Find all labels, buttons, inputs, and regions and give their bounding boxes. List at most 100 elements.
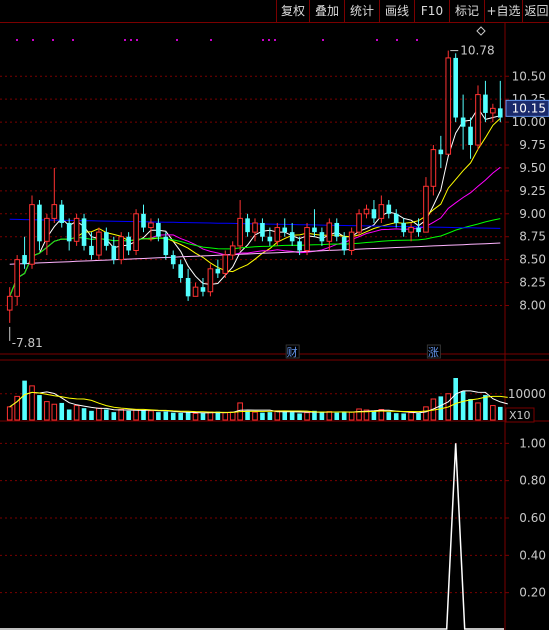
volume-bar-down [393, 413, 399, 420]
volume-bar-down [401, 413, 406, 420]
candle-body-down [245, 218, 250, 233]
volume-bar-down [163, 411, 169, 420]
candle-body-up [207, 268, 214, 293]
candle-body-down [319, 232, 325, 242]
volume-bar-up [252, 411, 258, 421]
candle-body-up [252, 222, 258, 233]
candle-body-up [44, 217, 50, 242]
volume-bar-down [37, 395, 42, 420]
candle-body-down [170, 255, 176, 265]
candle-body-down [497, 108, 503, 118]
marker-dot [52, 39, 54, 41]
volume-axis: 10000 X10 [505, 387, 546, 423]
candle-body-down [483, 94, 488, 113]
volume-bar-up [192, 412, 199, 421]
candle-body-down [260, 222, 265, 237]
candle-body-up [304, 227, 310, 251]
candle-body-up [363, 208, 370, 215]
draw-line-button[interactable]: 画线 [379, 0, 414, 22]
price-tick-label: 8.25 [519, 276, 546, 290]
marker-dot [136, 39, 138, 41]
statistics-button[interactable]: 统计 [344, 0, 379, 22]
candle-body-up [378, 204, 385, 219]
candle-body-up [192, 286, 199, 297]
candle-body-down [460, 117, 466, 127]
candle-body-up [6, 295, 13, 311]
restore-rights-button[interactable]: 复权 [276, 0, 309, 22]
marker-dot [416, 39, 418, 41]
candle-body-down [312, 227, 317, 233]
candle-body-down [126, 236, 131, 251]
volume-bar-down [416, 413, 421, 420]
price-tick-label: 10.00 [512, 115, 546, 129]
candle-body-down [438, 149, 444, 155]
marker-dot [274, 39, 276, 41]
price-tick-label: 8.50 [519, 253, 546, 267]
candle-body-down [416, 227, 421, 233]
volume-bar-down [497, 406, 503, 420]
volume-bar-up [229, 411, 236, 421]
volume-bar-down [89, 410, 94, 420]
volume-bar-down [297, 413, 302, 420]
volume-bar-up [44, 401, 50, 421]
indicator-axis: 1.00 0.80 0.60 0.40 0.20 [505, 436, 546, 600]
candle-body-up [237, 217, 243, 247]
candle-body-up [430, 149, 437, 187]
volume-bar-up [118, 409, 125, 421]
volume-bar-up [423, 406, 429, 421]
price-tick-label: 9.00 [519, 207, 546, 221]
volume-bar-down [282, 411, 288, 420]
volume-bar-down [111, 412, 117, 420]
volume-bar-down [245, 410, 250, 420]
volume-bar-down [453, 378, 458, 420]
marker-dot [130, 39, 132, 41]
price-annotations: 10.78 -7.81 10.15 财 涨 [9, 44, 549, 359]
price-tick-label: 8.00 [519, 298, 546, 312]
candle-body-up [475, 94, 481, 146]
volume-bar-down [289, 412, 295, 420]
candle-body-up [29, 204, 35, 265]
price-tick-label: 9.25 [519, 184, 546, 198]
volume-bar-up [73, 405, 80, 421]
marker-dot [376, 39, 378, 41]
volume-bar-down [141, 410, 146, 420]
price-tick-label: 9.75 [519, 138, 546, 152]
volume-bar-down [81, 408, 87, 420]
ma120-line [9, 242, 501, 265]
overlay-button[interactable]: 叠加 [309, 0, 344, 22]
candle-body-down [200, 287, 206, 292]
f10-button[interactable]: F10 [414, 0, 449, 22]
volume-bar-down [386, 412, 392, 420]
candle-body-up [133, 213, 139, 251]
candle-body-down [156, 222, 161, 237]
volume-bar-down [156, 412, 161, 420]
marker-dot [124, 39, 126, 41]
volume-multiplier-label: X10 [509, 409, 531, 422]
event-label: 涨 [428, 346, 439, 359]
volume-bar-down [126, 410, 131, 420]
indicator-tick-label: 0.20 [519, 586, 546, 600]
marker-dot [210, 39, 212, 41]
volume-bar-down [185, 412, 191, 420]
marker-dot [72, 39, 74, 41]
candle-body-down [371, 209, 377, 219]
back-button[interactable]: 返回 [522, 0, 549, 22]
volume-bar-up [475, 402, 481, 421]
volume-bar-down [483, 395, 488, 420]
price-grid [0, 26, 504, 306]
volume-bar-down [260, 412, 265, 420]
low-price-label: -7.81 [12, 336, 43, 350]
candle-body-up [356, 213, 362, 233]
stock-chart: 10.5010.2510.009.759.509.259.008.758.508… [0, 23, 549, 630]
indicator-line [0, 443, 504, 630]
volume-bar-up [356, 408, 362, 421]
candle-body-down [297, 241, 302, 251]
indicator-spike-line [0, 443, 504, 630]
volume-bar-up [133, 409, 139, 421]
toolbar: 复权 叠加 统计 画线 F10 标记 +自选 返回 [0, 0, 549, 23]
marker-dot [16, 39, 18, 41]
mark-button[interactable]: 标记 [449, 0, 484, 22]
add-favorite-button[interactable]: +自选 [484, 0, 522, 22]
marker-dot [268, 39, 270, 41]
candle-body-down [341, 236, 347, 251]
